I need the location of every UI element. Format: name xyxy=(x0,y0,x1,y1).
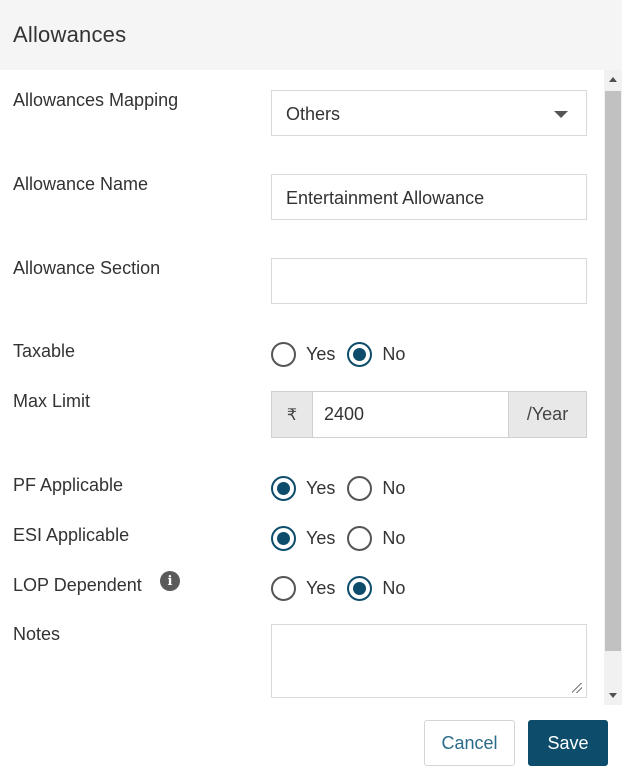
vertical-scrollbar[interactable] xyxy=(604,70,622,705)
taxable-yes-label: Yes xyxy=(306,343,336,364)
cancel-button[interactable]: Cancel xyxy=(424,720,515,766)
allowance-section-input[interactable] xyxy=(271,258,587,304)
allowances-mapping-label: Allowances Mapping xyxy=(13,90,179,110)
max-limit-suffix: /Year xyxy=(508,392,586,437)
pf-yes-label: Yes xyxy=(306,477,336,498)
max-limit-label: Max Limit xyxy=(13,391,91,411)
allowances-mapping-select[interactable]: Others xyxy=(271,90,587,136)
taxable-no-label: No xyxy=(382,343,406,364)
max-limit-input[interactable]: 2400 xyxy=(313,392,508,437)
pf-applicable-label: PF Applicable xyxy=(13,475,124,495)
scroll-down-icon[interactable] xyxy=(609,693,617,698)
allowance-name-input[interactable]: Entertainment Allowance xyxy=(271,174,587,220)
taxable-radio-group: Yes No xyxy=(271,341,417,367)
info-icon[interactable]: i xyxy=(160,571,180,591)
esi-no-label: No xyxy=(382,527,406,548)
lop-no-radio[interactable] xyxy=(347,575,373,601)
save-button[interactable]: Save xyxy=(528,720,608,766)
allowance-section-label: Allowance Section xyxy=(13,258,161,278)
dialog-title: Allowances xyxy=(13,22,127,47)
allowances-mapping-value: Others xyxy=(286,104,341,124)
esi-no-radio[interactable] xyxy=(347,525,373,551)
pf-radio-group: Yes No xyxy=(271,475,417,501)
allowance-name-label: Allowance Name xyxy=(13,174,149,194)
notes-label: Notes xyxy=(13,624,61,644)
pf-no-radio[interactable] xyxy=(347,475,373,501)
esi-yes-label: Yes xyxy=(306,527,336,548)
lop-dependent-label: LOP Dependent xyxy=(13,575,142,595)
allowance-name-value: Entertainment Allowance xyxy=(286,188,485,208)
chevron-down-icon xyxy=(554,111,568,118)
taxable-label: Taxable xyxy=(13,341,76,361)
esi-applicable-label: ESI Applicable xyxy=(13,525,130,545)
scrollbar-thumb[interactable] xyxy=(605,91,621,651)
lop-no-label: No xyxy=(382,577,406,598)
dialog-header: Allowances xyxy=(0,0,622,70)
lop-yes-radio[interactable] xyxy=(271,575,296,601)
taxable-no-radio[interactable] xyxy=(347,341,373,367)
resize-grip-icon[interactable] xyxy=(572,683,582,693)
rupee-icon: ₹ xyxy=(272,392,313,437)
max-limit-input-group: ₹ 2400 /Year xyxy=(271,391,587,438)
notes-textarea[interactable] xyxy=(271,624,587,698)
pf-no-label: No xyxy=(382,477,406,498)
esi-radio-group: Yes No xyxy=(271,525,417,551)
dialog-body: Allowances Mapping Others Allowance Name… xyxy=(0,70,604,705)
allowances-dialog: Allowances Allowances Mapping Others All… xyxy=(0,0,622,773)
esi-yes-radio[interactable] xyxy=(271,525,296,551)
taxable-yes-radio[interactable] xyxy=(271,341,296,367)
lop-yes-label: Yes xyxy=(306,577,336,598)
lop-radio-group: Yes No xyxy=(271,575,417,601)
pf-yes-radio[interactable] xyxy=(271,475,296,501)
scroll-up-icon[interactable] xyxy=(609,77,617,82)
